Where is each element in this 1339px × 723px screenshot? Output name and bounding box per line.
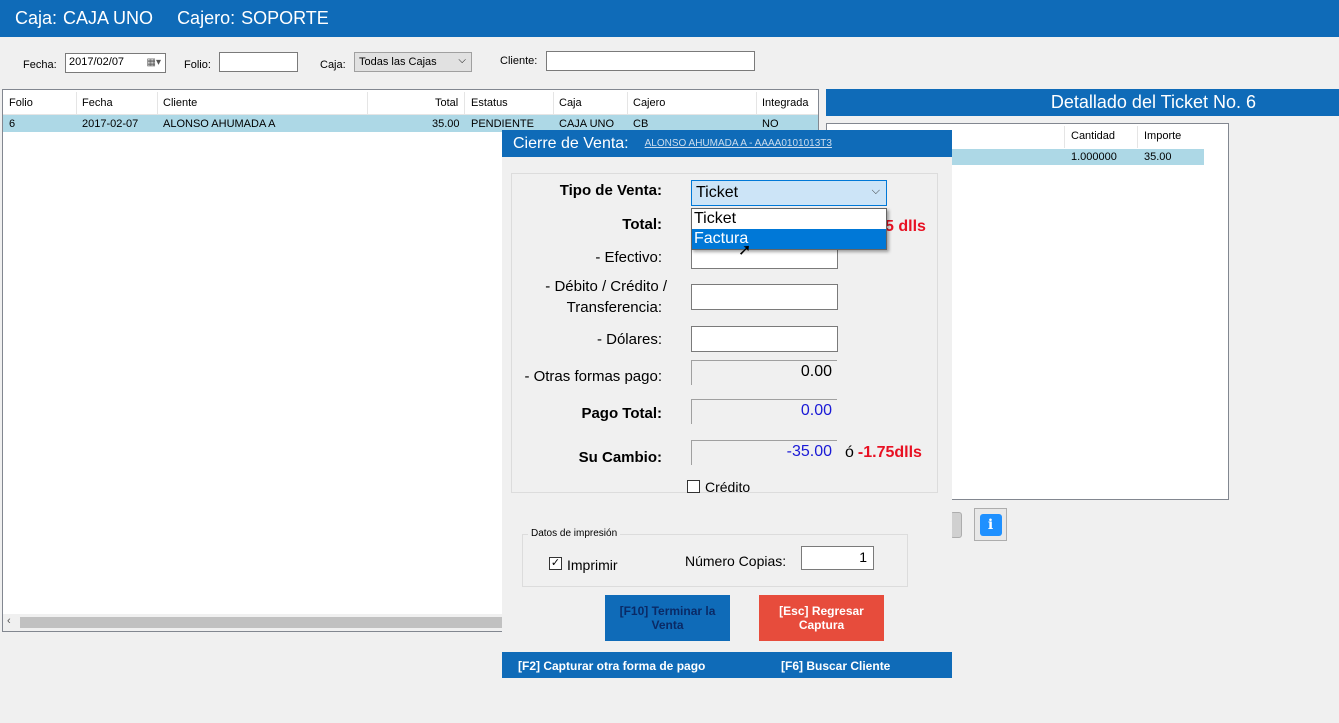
cell-folio: 6 [9, 118, 16, 130]
copias-input[interactable]: 1 [801, 546, 874, 570]
mouse-cursor-icon: ➚ [738, 242, 752, 259]
col-cajero[interactable]: Cajero [633, 97, 665, 109]
option-factura[interactable]: Factura [692, 229, 886, 249]
footer-f2-hint[interactable]: [F2] Capturar otra forma de pago [518, 659, 705, 673]
payment-group: Tipo de Venta: Ticket ⌵ Total: 5 dlls - … [511, 173, 938, 495]
col-divider [1064, 126, 1065, 148]
dolares-label: - Dólares: [596, 331, 662, 348]
caja-value: CAJA UNO [63, 8, 154, 28]
customer-link[interactable]: ALONSO AHUMADA A - AAAA0101013T3 [645, 138, 832, 149]
col-cantidad[interactable]: Cantidad [1071, 130, 1115, 142]
cell-importe: 35.00 [1144, 151, 1172, 163]
print-group-title: Datos de impresión [528, 528, 621, 539]
col-divider [464, 92, 465, 114]
col-divider [627, 92, 628, 114]
cambio-dlls: ó -1.75dlls [845, 444, 922, 462]
info-icon: i [979, 513, 1002, 536]
col-divider [367, 92, 368, 114]
option-ticket[interactable]: Ticket [692, 209, 886, 229]
debito-label-line1: - Débito / Crédito / [545, 278, 667, 295]
credito-label: Crédito [705, 479, 751, 495]
col-estatus[interactable]: Estatus [471, 97, 508, 109]
dialog-title-bar: Cierre de Venta: ALONSO AHUMADA A - AAAA… [502, 130, 952, 157]
dialog-title: Cierre de Venta: [513, 134, 629, 152]
fecha-label: Fecha: [23, 59, 57, 71]
caja-label: Caja: [15, 8, 58, 28]
su-cambio-value: -35.00 [691, 440, 837, 465]
cell-integrada: NO [762, 118, 779, 130]
debito-label-line2: Transferencia: [566, 299, 662, 316]
cliente-input[interactable] [546, 51, 755, 71]
su-cambio-label: Su Cambio: [578, 449, 662, 466]
col-fecha[interactable]: Fecha [82, 97, 113, 109]
col-integrada[interactable]: Integrada [762, 97, 808, 109]
cell-caja: CAJA UNO [559, 118, 615, 130]
cell-fecha: 2017-02-07 [82, 118, 139, 130]
regresar-captura-button[interactable]: [Esc] Regresar Captura [759, 595, 884, 641]
terminar-venta-button[interactable]: [F10] Terminar la Venta [605, 595, 730, 641]
col-caja[interactable]: Caja [559, 97, 582, 109]
calendar-icon[interactable]: ▦▾ [147, 57, 161, 68]
footer-f6-hint[interactable]: [F6] Buscar Cliente [781, 659, 890, 673]
folio-label: Folio: [184, 59, 211, 71]
info-button[interactable]: i [974, 508, 1007, 541]
detail-title: Detallado del Ticket No. 6 [826, 89, 1339, 116]
col-divider [756, 92, 757, 114]
cajero-label: Cajero: [177, 8, 236, 28]
cell-cajero: CB [633, 118, 649, 130]
cajero-value: SOPORTE [241, 8, 329, 28]
cliente-label: Cliente: [500, 55, 538, 67]
dolares-input[interactable] [691, 326, 838, 352]
tipo-venta-value: Ticket [696, 184, 739, 201]
imprimir-checkbox[interactable]: ✓ [549, 557, 562, 570]
caja-filter-label: Caja: [320, 59, 346, 71]
cell-total: 35.00 [432, 118, 460, 130]
cambio-or: ó [845, 444, 854, 461]
chevron-down-icon: ⌵ [871, 185, 880, 197]
debito-input[interactable] [691, 284, 838, 310]
tipo-venta-dropdown[interactable]: Ticket Factura [691, 208, 887, 250]
cell-estatus: PENDIENTE [471, 118, 534, 130]
credito-checkbox[interactable] [687, 480, 700, 493]
cell-cliente: ALONSO AHUMADA A [163, 118, 276, 130]
folio-input[interactable] [219, 52, 298, 72]
fecha-value: 2017/02/07 [69, 56, 125, 68]
caja-select[interactable]: Todas las Cajas ⌵ [354, 52, 472, 72]
otras-formas-label: - Otras formas pago: [524, 368, 662, 385]
pago-total-value: 0.00 [691, 399, 837, 424]
scroll-thumb[interactable] [20, 617, 520, 628]
scroll-left-icon[interactable]: ‹ [7, 615, 11, 627]
col-divider [157, 92, 158, 114]
title-bar: Caja: CAJA UNO Cajero: SOPORTE [0, 0, 1339, 37]
efectivo-label: - Efectivo: [595, 249, 662, 266]
imprimir-label: Imprimir [567, 557, 618, 573]
total-dlls: 5 dlls [885, 218, 926, 235]
pago-total-label: Pago Total: [581, 405, 662, 422]
total-label: Total: [622, 216, 662, 233]
col-total[interactable]: Total [435, 97, 458, 109]
col-folio[interactable]: Folio [9, 97, 33, 109]
chevron-down-icon: ⌵ [458, 55, 466, 66]
otras-formas-value: 0.00 [691, 360, 837, 385]
col-divider [1137, 126, 1138, 148]
cambio-dlls-value: -1.75dlls [857, 444, 922, 461]
col-divider [553, 92, 554, 114]
col-divider [76, 92, 77, 114]
grid-header: Folio Fecha Cliente Total Estatus Caja C… [3, 90, 818, 115]
cell-cantidad: 1.000000 [1071, 151, 1117, 163]
copias-label: Número Copias: [685, 553, 787, 569]
cierre-venta-dialog: Cierre de Venta: ALONSO AHUMADA A - AAAA… [502, 130, 952, 678]
col-importe[interactable]: Importe [1144, 130, 1181, 142]
caja-select-value: Todas las Cajas [359, 56, 437, 68]
fecha-date-picker[interactable]: 2017/02/07 ▦▾ [65, 53, 166, 73]
tipo-venta-select[interactable]: Ticket ⌵ [691, 180, 887, 206]
dialog-footer: [F2] Capturar otra forma de pago [F6] Bu… [502, 652, 952, 678]
tipo-venta-label: Tipo de Venta: [559, 182, 662, 199]
col-cliente[interactable]: Cliente [163, 97, 197, 109]
